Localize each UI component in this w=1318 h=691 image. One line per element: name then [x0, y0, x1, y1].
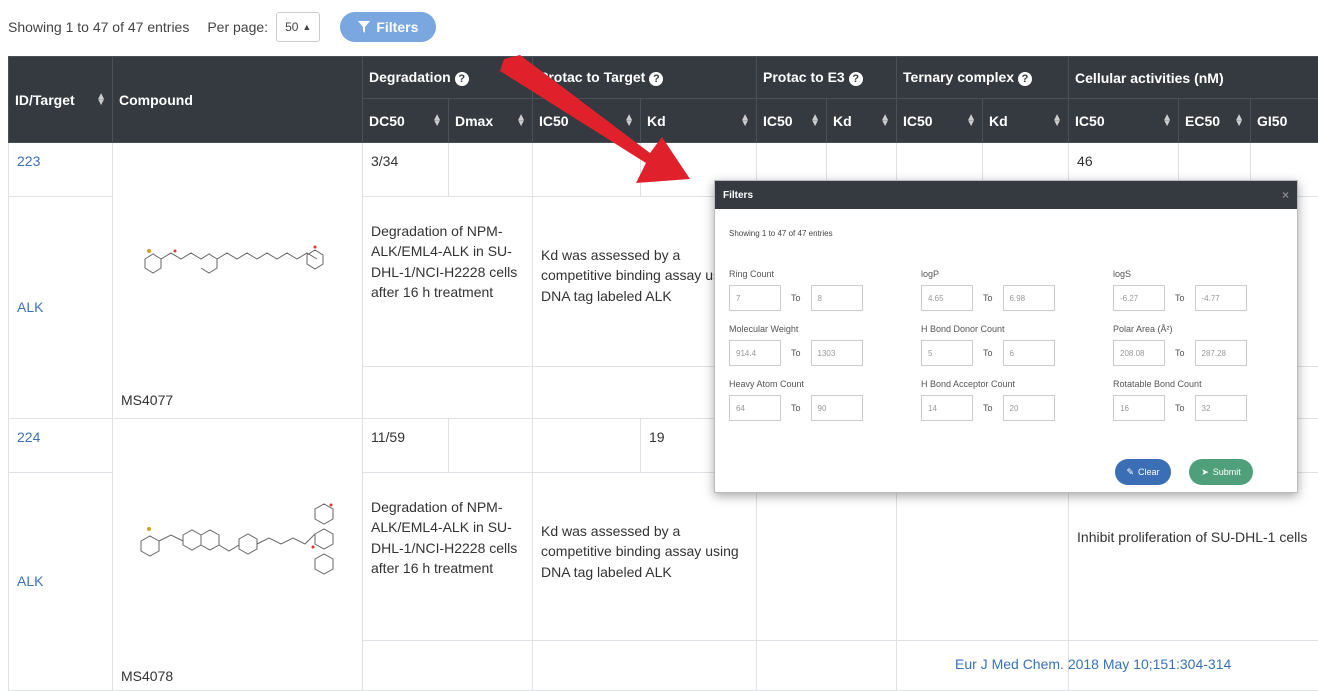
filter-heavy-atom: Heavy Atom Count 64To90: [729, 379, 863, 421]
compound-cell: MS4078: [113, 419, 363, 691]
filter-ring-count: Ring Count 7To8: [729, 269, 863, 311]
question-circle-icon[interactable]: ?: [455, 72, 469, 86]
degradation-note: Degradation of NPM-ALK/EML4-ALK in SU-DH…: [363, 473, 533, 641]
per-page-label: Per page:: [207, 19, 268, 35]
logs-max-input[interactable]: -4.77: [1195, 285, 1247, 311]
col-id-target[interactable]: ID/Target▲▼: [9, 57, 113, 143]
question-circle-icon[interactable]: ?: [1018, 72, 1032, 86]
sort-icon: ▲▼: [740, 115, 750, 127]
ring-count-min-input[interactable]: 7: [729, 285, 781, 311]
col-target-ic50[interactable]: IC50▲▼: [533, 99, 641, 143]
dc50-value: 3/34: [363, 143, 449, 197]
broom-icon: ✎: [1126, 467, 1134, 478]
sort-icon: ▲▼: [432, 115, 442, 127]
col-cell-ic50[interactable]: IC50▲▼: [1069, 99, 1179, 143]
logs-min-input[interactable]: -6.27: [1113, 285, 1165, 311]
heavy-atom-min-input[interactable]: 64: [729, 395, 781, 421]
group-protac-target: Protac to Target?: [533, 57, 757, 99]
ring-count-max-input[interactable]: 8: [811, 285, 863, 311]
caret-up-icon: ▲: [302, 22, 311, 32]
col-ternary-ic50[interactable]: IC50▲▼: [897, 99, 983, 143]
col-target-kd[interactable]: Kd▲▼: [641, 99, 757, 143]
modal-title: Filters: [723, 190, 753, 201]
molecule-structure-image: [131, 489, 341, 579]
sort-icon: ▲▼: [880, 115, 890, 127]
entries-info: Showing 1 to 47 of 47 entries: [8, 19, 189, 35]
degradation-note: Degradation of NPM-ALK/EML4-ALK in SU-DH…: [363, 197, 533, 367]
logp-min-input[interactable]: 4.65: [921, 285, 973, 311]
modal-entries-info: Showing 1 to 47 of 47 entries: [729, 229, 833, 238]
compound-name: MS4077: [121, 390, 173, 410]
group-cellular: Cellular activities (nM): [1069, 57, 1318, 99]
sort-icon: ▲▼: [1234, 115, 1244, 127]
col-cell-ec50[interactable]: EC50▲▼: [1179, 99, 1251, 143]
col-ternary-kd[interactable]: Kd▲▼: [983, 99, 1069, 143]
row-id-link[interactable]: 223: [9, 143, 113, 197]
citation-link[interactable]: Eur J Med Chem. 2018 May 10;151:304-314: [955, 656, 1231, 672]
logp-max-input[interactable]: 6.98: [1003, 285, 1055, 311]
sort-icon: ▲▼: [966, 115, 976, 127]
sort-icon: ▲▼: [810, 115, 820, 127]
col-dmax[interactable]: Dmax▲▼: [449, 99, 533, 143]
col-e3-ic50[interactable]: IC50▲▼: [757, 99, 827, 143]
mw-min-input[interactable]: 914.4: [729, 340, 781, 366]
hbd-min-input[interactable]: 5: [921, 340, 973, 366]
sort-icon: ▲▼: [1052, 115, 1062, 127]
paper-plane-icon: ➤: [1201, 467, 1209, 478]
filter-molecular-weight: Molecular Weight 914.4To1303: [729, 324, 863, 366]
sort-icon: ▲▼: [624, 115, 634, 127]
heavy-atom-max-input[interactable]: 90: [811, 395, 863, 421]
hba-max-input[interactable]: 20: [1003, 395, 1055, 421]
hba-min-input[interactable]: 14: [921, 395, 973, 421]
submit-button[interactable]: ➤ Submit: [1189, 459, 1253, 485]
target-link[interactable]: ALK: [9, 473, 113, 691]
filter-icon: [358, 21, 370, 33]
close-icon[interactable]: ×: [1282, 188, 1289, 202]
mw-max-input[interactable]: 1303: [811, 340, 863, 366]
cell-note: Inhibit proliferation of SU-DHL-1 cells: [1069, 473, 1318, 641]
per-page-value: 50: [285, 20, 298, 34]
col-cell-gi50[interactable]: GI50▲▼: [1251, 99, 1318, 143]
polar-area-max-input[interactable]: 287.28: [1195, 340, 1247, 366]
filters-button-label: Filters: [376, 19, 418, 35]
filters-button[interactable]: Filters: [340, 12, 436, 42]
group-degradation: Degradation?: [363, 57, 533, 99]
filter-logs: logS -6.27To-4.77: [1113, 269, 1247, 311]
hbd-max-input[interactable]: 6: [1003, 340, 1055, 366]
filter-rotatable-bond: Rotatable Bond Count 16To32: [1113, 379, 1247, 421]
sort-icon: ▲▼: [96, 94, 106, 106]
table-toolbar: Showing 1 to 47 of 47 entries Per page: …: [8, 10, 436, 44]
polar-area-min-input[interactable]: 208.08: [1113, 340, 1165, 366]
filter-logp: logP 4.65To6.98: [921, 269, 1055, 311]
row-id-link[interactable]: 224: [9, 419, 113, 473]
col-dc50[interactable]: DC50▲▼: [363, 99, 449, 143]
compound-cell: MS4077: [113, 143, 363, 419]
question-circle-icon[interactable]: ?: [649, 72, 663, 86]
sort-icon: ▲▼: [516, 115, 526, 127]
group-protac-e3: Protac to E3?: [757, 57, 897, 99]
question-circle-icon[interactable]: ?: [849, 72, 863, 86]
clear-button[interactable]: ✎ Clear: [1115, 459, 1171, 485]
sort-icon: ▲▼: [1162, 115, 1172, 127]
compound-name: MS4078: [121, 666, 173, 686]
kd-note: Kd was assessed by a competitive binding…: [533, 473, 757, 641]
rot-bond-max-input[interactable]: 32: [1195, 395, 1247, 421]
modal-header: Filters ×: [715, 181, 1297, 209]
target-link[interactable]: ALK: [9, 197, 113, 419]
rot-bond-min-input[interactable]: 16: [1113, 395, 1165, 421]
per-page-select[interactable]: 50 ▲: [276, 12, 320, 42]
col-compound: Compound: [113, 57, 363, 143]
dc50-value: 11/59: [363, 419, 449, 473]
filters-modal: Filters × Showing 1 to 47 of 47 entries …: [714, 180, 1298, 493]
filter-polar-area: Polar Area (Å²) 208.08To287.28: [1113, 324, 1247, 366]
filter-hbond-donor: H Bond Donor Count 5To6: [921, 324, 1055, 366]
col-e3-kd[interactable]: Kd▲▼: [827, 99, 897, 143]
group-ternary: Ternary complex?: [897, 57, 1069, 99]
filter-hbond-acceptor: H Bond Acceptor Count 14To20: [921, 379, 1055, 421]
molecule-structure-image: [135, 229, 325, 289]
